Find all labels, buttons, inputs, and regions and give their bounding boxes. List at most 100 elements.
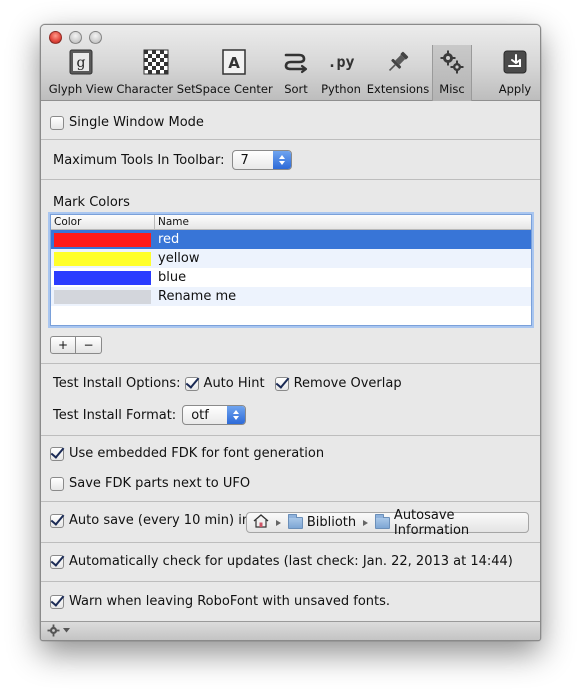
toolbar-label-misc: Misc	[439, 82, 465, 96]
remove-overlap-checkbox[interactable]	[274, 376, 289, 391]
remove-overlap-label[interactable]: Remove Overlap	[294, 376, 402, 391]
section-test-install: Test Install Options: Auto Hint Remove O…	[41, 364, 540, 436]
toolbar-label-extensions: Extensions	[366, 82, 430, 96]
save-fdk-parts-option[interactable]: Save FDK parts next to UFO	[50, 476, 250, 491]
python-icon: .py	[326, 47, 356, 77]
check-updates-option[interactable]: Automatically check for updates (last ch…	[50, 554, 513, 569]
remove-color-button[interactable]: −	[76, 336, 102, 354]
folder-icon	[375, 513, 390, 529]
color-name[interactable]: blue	[158, 270, 186, 285]
test-install-format-popup[interactable]: otf	[182, 405, 247, 425]
path-separator-icon	[363, 519, 369, 526]
chevron-down-icon	[63, 628, 70, 633]
single-window-label: Single Window Mode	[69, 115, 204, 130]
toolbar-python[interactable]: .py Python	[320, 47, 362, 101]
section-mark-colors: Mark Colors Color Name red yellow blue Rena…	[41, 180, 540, 364]
path-component-autosave[interactable]: Autosave Information	[394, 508, 522, 538]
color-swatch[interactable]	[54, 289, 151, 304]
toolbar-sort[interactable]: Sort	[276, 47, 316, 101]
test-install-format-row: Test Install Format: otf	[53, 405, 247, 425]
warn-unsaved-checkbox[interactable]	[50, 594, 64, 609]
max-tools-label: Maximum Tools In Toolbar:	[53, 152, 225, 168]
empty-table-row	[51, 306, 531, 325]
path-component-library[interactable]: Biblioth	[307, 515, 356, 530]
popup-arrows-icon	[227, 406, 246, 424]
glyph-view-letter: g	[77, 55, 86, 71]
table-header: Color Name	[51, 215, 531, 230]
autosave-option[interactable]: Auto save (every 10 min) in	[50, 513, 250, 528]
color-name[interactable]: red	[158, 232, 179, 247]
toolbar-label-character-set: Character Set	[116, 82, 196, 96]
python-icon-text: .py	[327, 53, 355, 71]
toolbar-space-center[interactable]: A Space Center	[195, 47, 273, 101]
section-fdk: Use embedded FDK for font generation Sav…	[41, 436, 540, 502]
mark-color-row[interactable]: blue	[51, 268, 531, 287]
color-name[interactable]: Rename me	[158, 289, 236, 304]
embedded-fdk-label: Use embedded FDK for font generation	[69, 446, 325, 461]
section-updates: Automatically check for updates (last ch…	[41, 543, 540, 582]
test-install-format-value: otf	[191, 407, 209, 423]
toolbar-label-glyph-view: Glyph View	[48, 82, 114, 96]
zoom-window-button[interactable]	[89, 31, 102, 44]
extensions-icon	[383, 47, 413, 77]
toolbar: g Glyph View Character Set A Space Cente…	[41, 25, 540, 101]
action-gear-icon[interactable]	[47, 624, 70, 637]
toolbar-misc[interactable]: Misc	[432, 45, 472, 101]
misc-gears-icon	[437, 47, 467, 77]
section-warn: Warn when leaving RoboFont with unsaved …	[41, 582, 540, 622]
mark-colors-rows: red yellow blue Rename me	[51, 230, 531, 325]
section-max-tools: Maximum Tools In Toolbar: 7	[41, 140, 540, 180]
save-fdk-parts-checkbox[interactable]	[50, 476, 64, 491]
warn-unsaved-option[interactable]: Warn when leaving RoboFont with unsaved …	[50, 594, 390, 609]
mark-colors-buttons: + −	[50, 336, 102, 354]
warn-unsaved-label: Warn when leaving RoboFont with unsaved …	[69, 594, 391, 609]
save-fdk-parts-label: Save FDK parts next to UFO	[69, 476, 251, 491]
color-name[interactable]: yellow	[158, 251, 200, 266]
home-icon	[253, 513, 269, 532]
window-controls	[49, 31, 102, 44]
column-header-color[interactable]: Color	[51, 215, 155, 229]
test-install-options-label: Test Install Options:	[53, 376, 181, 391]
single-window-option[interactable]: Single Window Mode	[50, 115, 204, 130]
toolbar-character-set[interactable]: Character Set	[116, 47, 196, 101]
sort-icon	[281, 47, 311, 77]
color-swatch[interactable]	[54, 251, 151, 266]
embedded-fdk-option[interactable]: Use embedded FDK for font generation	[50, 446, 324, 461]
autosave-checkbox[interactable]	[50, 513, 64, 528]
mark-colors-table[interactable]: Color Name red yellow blue Rename me	[50, 214, 532, 326]
max-tools-popup[interactable]: 7	[231, 150, 292, 170]
toolbar-glyph-view[interactable]: g Glyph View	[46, 47, 116, 101]
max-tools-row: Maximum Tools In Toolbar: 7	[53, 150, 292, 170]
color-swatch[interactable]	[54, 232, 151, 247]
autosave-path-control[interactable]: Biblioth Autosave Information	[246, 508, 529, 538]
toolbar-label-sort: Sort	[284, 82, 308, 96]
close-window-button[interactable]	[49, 31, 62, 44]
space-center-letter: A	[228, 54, 240, 72]
single-window-checkbox[interactable]	[50, 115, 64, 130]
space-center-icon: A	[219, 47, 249, 77]
folder-icon	[288, 513, 303, 529]
mark-colors-title: Mark Colors	[53, 195, 130, 210]
popup-arrows-icon	[272, 151, 291, 169]
toolbar-apply[interactable]: Apply	[495, 47, 535, 101]
toolbar-extensions[interactable]: Extensions	[366, 47, 430, 101]
column-header-name[interactable]: Name	[155, 215, 189, 229]
section-autosave: Auto save (every 10 min) in Biblioth Aut…	[41, 502, 540, 543]
embedded-fdk-checkbox[interactable]	[50, 446, 64, 461]
autosave-label: Auto save (every 10 min) in	[69, 513, 251, 528]
mark-color-row[interactable]: yellow	[51, 249, 531, 268]
toolbar-label-python: Python	[321, 82, 361, 96]
auto-hint-label[interactable]: Auto Hint	[204, 376, 265, 391]
mark-color-row[interactable]: Rename me	[51, 287, 531, 306]
auto-hint-checkbox[interactable]	[184, 376, 199, 391]
add-color-button[interactable]: +	[50, 336, 76, 354]
minimize-window-button[interactable]	[69, 31, 82, 44]
color-swatch[interactable]	[54, 270, 151, 285]
bottom-bar	[41, 621, 540, 640]
check-updates-checkbox[interactable]	[50, 554, 64, 569]
character-set-icon	[141, 47, 171, 77]
mark-color-row[interactable]: red	[51, 230, 531, 249]
toolbar-label-apply: Apply	[498, 82, 532, 96]
check-updates-label: Automatically check for updates (last ch…	[69, 554, 513, 569]
apply-icon	[500, 47, 530, 77]
